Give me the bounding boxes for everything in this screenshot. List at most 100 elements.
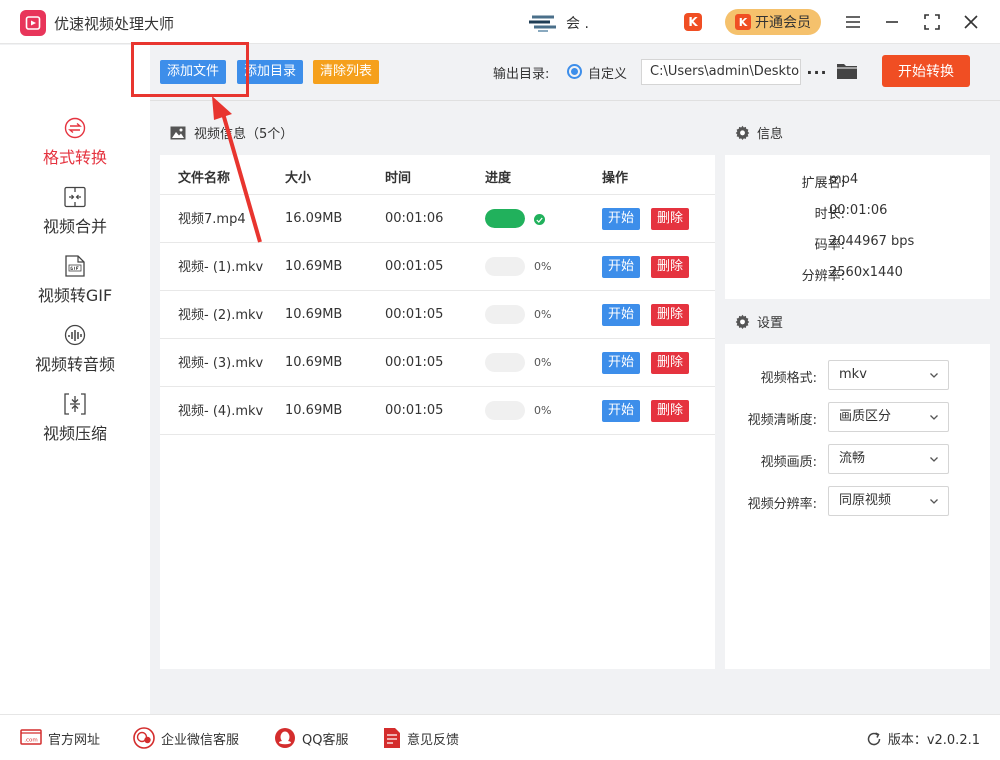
feedback-link[interactable]: 意见反馈 <box>383 727 459 749</box>
qq-service-link[interactable]: QQ客服 <box>274 727 348 749</box>
footer: .com 官方网址 企业微信客服 QQ客服 意见反馈 版本：v2.0.2.1 <box>0 714 1000 760</box>
file-size: 16.09MB <box>285 211 343 226</box>
progress-fill <box>485 209 525 228</box>
gif-file-icon <box>63 254 87 278</box>
quality-setting-row: 视频画质: 流畅 <box>725 444 990 474</box>
hamburger-icon <box>846 16 860 28</box>
row-delete-button[interactable]: 删除 <box>651 208 690 230</box>
official-website-label: 官方网址 <box>48 732 101 748</box>
table-row[interactable]: 视频- (2).mkv 10.69MB 00:01:05 0% 开始 删除 <box>160 291 715 339</box>
folder-icon <box>837 64 857 79</box>
progress-bar <box>485 401 525 420</box>
sidebar-item-video-compress[interactable]: 视频压缩 <box>0 392 150 458</box>
row-delete-button[interactable]: 删除 <box>651 352 690 374</box>
close-icon <box>964 15 978 29</box>
qq-icon <box>275 728 295 748</box>
video-format-select[interactable]: mkv <box>828 360 949 390</box>
image-icon <box>170 126 186 139</box>
version-label: 版本：v2.0.2.1 <box>887 733 980 748</box>
row-delete-button[interactable]: 删除 <box>651 256 690 278</box>
feedback-icon <box>384 728 400 748</box>
minimize-button[interactable] <box>880 10 904 34</box>
wechat-service-link[interactable]: 企业微信客服 <box>133 727 239 749</box>
table-row[interactable]: 视频- (3).mkv 10.69MB 00:01:05 0% 开始 删除 <box>160 339 715 387</box>
sidebar-item-video-to-gif[interactable]: 视频转GIF <box>0 254 150 320</box>
complete-check-icon <box>534 214 545 225</box>
sidebar-item-label: 视频压缩 <box>42 424 107 443</box>
close-button[interactable] <box>959 10 983 34</box>
row-start-button[interactable]: 开始 <box>602 208 641 230</box>
title-bar: 优速视频处理大师 会 . K K 开通会员 <box>0 0 1000 44</box>
svg-text:.com: .com <box>24 738 38 744</box>
file-name: 视频- (3).mkv <box>178 355 264 371</box>
progress-percent: 0% <box>534 308 552 321</box>
wechat-icon <box>133 727 155 749</box>
video-resolution-select[interactable]: 同原视频 <box>828 486 949 516</box>
row-delete-button[interactable]: 删除 <box>651 304 690 326</box>
file-size: 10.69MB <box>285 403 343 418</box>
refresh-icon <box>867 731 881 745</box>
progress-bar <box>485 305 525 324</box>
resolution-setting-row: 视频分辨率: 同原视频 <box>725 486 990 516</box>
more-options-button[interactable]: ··· <box>806 59 826 85</box>
open-vip-label: 开通会员 <box>755 15 811 31</box>
video-format-label: 视频格式: <box>760 371 817 386</box>
sidebar-item-label: 视频合并 <box>42 217 107 236</box>
duration-value: 00:01:06 <box>829 203 888 218</box>
app-title: 优速视频处理大师 <box>54 15 175 33</box>
progress-bar <box>485 257 525 276</box>
column-header-time: 时间 <box>385 171 412 186</box>
vip-status-icon: K <box>684 13 702 31</box>
version-info[interactable]: 版本：v2.0.2.1 <box>866 729 980 748</box>
video-quality-select[interactable]: 流畅 <box>828 444 949 474</box>
sidebar-item-video-merge[interactable]: 视频合并 <box>0 185 150 251</box>
video-resolution-label: 视频分辨率: <box>747 497 817 512</box>
clear-list-button[interactable]: 清除列表 <box>313 60 380 84</box>
website-icon: .com <box>20 729 42 745</box>
user-avatar-icon <box>529 15 556 32</box>
properties-panel: 信息 扩展名: mp4 时长: 00:01:06 码率: 2044967 bps… <box>725 110 990 669</box>
radio-checked-dot <box>571 68 578 75</box>
sidebar: 格式转换 视频合并 视频转GIF 视频转音频 视频压缩 <box>0 45 150 714</box>
ext-value: mp4 <box>829 172 859 187</box>
output-path-field[interactable]: C:\Users\admin\Deskto <box>641 59 801 85</box>
row-start-button[interactable]: 开始 <box>602 352 641 374</box>
sidebar-item-label: 视频转音频 <box>34 355 115 374</box>
compress-icon <box>63 392 87 416</box>
gear-icon <box>735 314 750 329</box>
open-vip-button[interactable]: K 开通会员 <box>725 9 821 35</box>
video-resolution-value: 同原视频 <box>839 493 892 508</box>
annotation-arrow <box>212 96 262 243</box>
info-ext-row: 扩展名: mp4 <box>725 172 990 194</box>
chevron-down-icon <box>930 457 938 462</box>
sidebar-item-video-to-audio[interactable]: 视频转音频 <box>0 323 150 389</box>
start-convert-button[interactable]: 开始转换 <box>882 55 970 87</box>
table-row[interactable]: 视频- (1).mkv 10.69MB 00:01:05 0% 开始 删除 <box>160 243 715 291</box>
feedback-label: 意见反馈 <box>407 732 460 748</box>
settings-title: 设置 <box>757 316 784 331</box>
custom-output-radio[interactable] <box>567 64 582 79</box>
info-header: 信息 <box>725 110 990 155</box>
official-website-link[interactable]: .com 官方网址 <box>20 727 100 749</box>
sidebar-item-format-convert[interactable]: 格式转换 <box>0 116 150 182</box>
user-account[interactable]: 会 . <box>528 12 589 34</box>
file-duration: 00:01:05 <box>385 259 444 274</box>
chevron-down-icon <box>930 415 938 420</box>
open-folder-button[interactable] <box>836 62 858 84</box>
row-start-button[interactable]: 开始 <box>602 256 641 278</box>
video-clarity-select[interactable]: 画质区分 <box>828 402 949 432</box>
maximize-button[interactable] <box>920 10 944 34</box>
user-name: 会 . <box>566 16 589 32</box>
row-delete-button[interactable]: 删除 <box>651 400 690 422</box>
convert-icon <box>63 116 87 140</box>
maximize-icon <box>924 14 940 30</box>
row-start-button[interactable]: 开始 <box>602 400 641 422</box>
table-row[interactable]: 视频- (4).mkv 10.69MB 00:01:05 0% 开始 删除 <box>160 387 715 435</box>
progress-percent: 0% <box>534 260 552 273</box>
file-duration: 00:01:05 <box>385 355 444 370</box>
menu-button[interactable] <box>841 10 865 34</box>
audio-icon <box>63 323 87 347</box>
info-duration-row: 时长: 00:01:06 <box>725 203 990 225</box>
row-start-button[interactable]: 开始 <box>602 304 641 326</box>
clarity-setting-row: 视频清晰度: 画质区分 <box>725 402 990 432</box>
